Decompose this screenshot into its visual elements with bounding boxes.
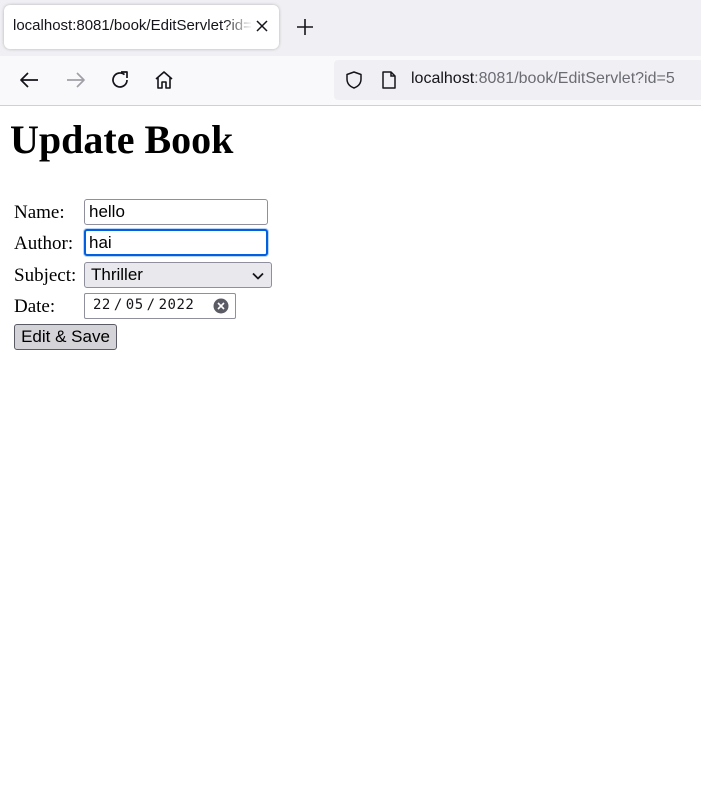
address-bar[interactable]: localhost:8081/book/EditServlet?id=5 [334,60,701,100]
page-icon[interactable] [380,70,398,90]
subject-selected-value: Thriller [91,265,143,284]
date-year[interactable]: 2022 [159,297,195,313]
name-input[interactable] [84,199,268,225]
navigation-toolbar: localhost:8081/book/EditServlet?id=5 [0,56,701,106]
date-value: 22/05/2022 [93,297,194,313]
url-host: localhost [411,70,475,87]
url-text[interactable]: localhost:8081/book/EditServlet?id=5 [411,70,675,88]
url-path: :8081/book/EditServlet?id=5 [474,70,675,87]
clear-icon[interactable] [213,298,229,314]
author-label: Author: [14,233,74,254]
home-icon[interactable] [152,68,176,92]
tab-strip: localhost:8081/book/EditServlet?id=5 [0,0,701,56]
edit-save-button[interactable]: Edit & Save [14,324,117,350]
forward-arrow-icon[interactable] [63,68,87,92]
close-icon[interactable] [252,16,272,36]
back-arrow-icon[interactable] [18,68,42,92]
page-content: Update Book Name: Author: Subject: Thril… [0,106,701,799]
date-day[interactable]: 22 [93,297,111,313]
subject-select[interactable]: Thriller [84,262,272,288]
date-input[interactable]: 22/05/2022 [84,293,236,319]
chevron-down-icon [252,272,264,280]
date-month[interactable]: 05 [126,297,144,313]
tab-title: localhost:8081/book/EditServlet?id=5 [13,17,253,34]
subject-label: Subject: [14,265,77,286]
reload-icon[interactable] [108,68,132,92]
date-separator: / [113,297,123,313]
browser-tab[interactable]: localhost:8081/book/EditServlet?id=5 [4,5,279,49]
page-title: Update Book [10,117,234,162]
shield-icon[interactable] [344,70,364,90]
date-separator: / [146,297,156,313]
name-label: Name: [14,202,65,223]
new-tab-icon[interactable] [294,16,316,38]
date-label: Date: [14,296,56,317]
author-input[interactable] [84,229,268,256]
